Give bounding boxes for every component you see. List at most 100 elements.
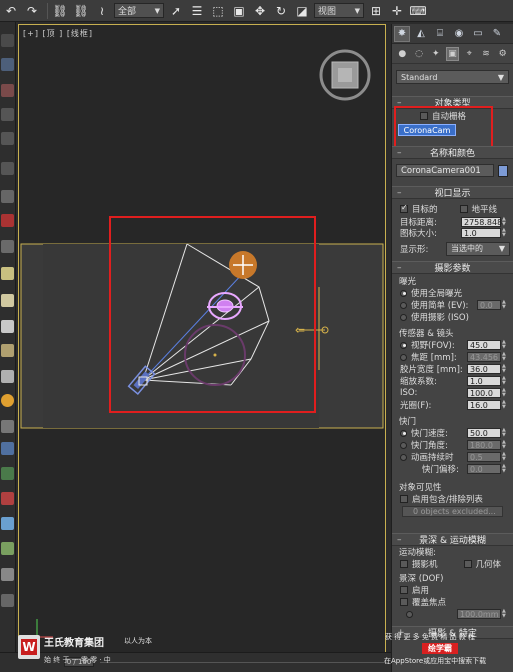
camera-tool-icon[interactable] [1,370,14,383]
ev-value[interactable]: 0.0 [477,300,501,310]
focal-value[interactable]: 43.456 [467,352,501,362]
rotate-icon[interactable]: ↻ [272,2,290,20]
reference-coordinate-dropdown[interactable]: 视图 ▼ [314,3,364,18]
iso-value[interactable]: 100.0 [467,388,501,398]
motion-duration-value[interactable]: 0.5 [467,452,501,462]
spacewarps-icon[interactable]: ≋ [480,47,493,61]
sphere-tool-icon[interactable] [1,190,14,203]
object-color-swatch[interactable] [498,164,508,177]
sun-icon[interactable] [1,394,14,407]
zoom-value[interactable]: 1.0 [467,376,501,386]
lights-icon[interactable]: ✦ [429,47,442,61]
particle-icon[interactable] [1,492,14,505]
selection-filter-dropdown[interactable]: 全部 ▼ [114,3,164,18]
fov-row[interactable]: 视野(FOV): 45.0 ▲ ▼ [392,339,513,351]
helper-icon[interactable] [1,420,14,433]
red-tool-icon[interactable] [1,214,14,227]
rect-selection-icon[interactable]: ⬚ [209,2,227,20]
geometry-icon[interactable]: ● [396,47,409,61]
spinner-arrows-icon[interactable]: ▲ ▼ [502,376,507,386]
shutter-speed-row[interactable]: 快门速度: 50.0 ▲ ▼ [392,427,513,439]
cone-icon[interactable] [1,320,14,333]
target-distance-spinner[interactable]: 2758.848 ▲ ▼ [461,216,507,227]
focal-radio[interactable] [400,353,407,361]
shutter-speed-radio[interactable] [400,429,407,437]
select-object-icon[interactable]: ➚ [167,2,185,20]
modify-tab-icon[interactable]: ◭ [413,26,429,42]
fstop-value[interactable]: 16.0 [467,400,501,410]
spinner-arrows-icon[interactable]: ▲ ▼ [502,609,507,619]
display-shape-dropdown[interactable]: 当选中的 ▼ [446,241,510,256]
spinner-arrows-icon[interactable]: ▲ ▼ [502,300,507,310]
category-dropdown[interactable]: Standard ▼ [396,70,509,84]
focus-distance-value[interactable]: 100.0mm [457,609,501,619]
layer-tool-icon[interactable] [1,162,14,175]
plant-icon[interactable] [1,542,14,555]
spinner-arrows-icon[interactable]: ▲ ▼ [502,428,507,438]
shutter-angle-row[interactable]: 快门角度: 180.0 ▲ ▼ [392,439,513,451]
keyboard-shortcut-icon[interactable]: ⌨ [409,2,427,20]
motion-duration-row[interactable]: 动画持续时 0.5 ▲ ▼ [392,451,513,463]
exposure-ev-row[interactable]: 使用简单 (EV): 0.0 ▲ ▼ [392,299,513,311]
move-icon[interactable]: ✥ [251,2,269,20]
tree-icon[interactable] [1,517,14,530]
exposure-ev-radio[interactable] [400,301,407,309]
shutter-angle-spinner[interactable]: 180.0 ▲ ▼ [467,440,507,450]
grid-tool-icon[interactable] [1,108,14,121]
select-manipulate-icon[interactable]: ✛ [388,2,406,20]
zoom-spinner[interactable]: 1.0 ▲ ▼ [467,376,507,386]
teapot-icon[interactable] [1,344,14,357]
spinner-arrows-icon[interactable]: ▲ ▼ [502,452,507,462]
horizon-checkbox[interactable] [459,204,468,213]
exposure-iso-row[interactable]: 使用摄影 (ISO) [392,311,513,323]
system-icon[interactable] [1,467,14,480]
override-focus-row[interactable]: 覆盖焦点 [392,596,513,608]
misc-tool-icon[interactable] [1,594,14,607]
fov-spinner[interactable]: 45.0 ▲ ▼ [467,340,507,350]
geometry-blur-checkbox[interactable] [463,560,472,568]
create-tab-icon[interactable]: ✸ [394,25,410,42]
icon-size-spinner[interactable]: 1.0 ▲ ▼ [461,227,507,238]
fov-radio[interactable] [400,341,407,349]
spinner-arrows-icon[interactable]: ▲ ▼ [502,364,507,374]
unlink-icon[interactable]: ⛓ [72,2,90,20]
fov-value[interactable]: 45.0 [467,340,501,350]
cylinder-tool-icon[interactable] [1,240,14,253]
top-viewport[interactable]: [+] [顶 ] [线框] ⇐ [18,24,386,670]
targeted-checkbox[interactable] [400,203,408,213]
iso-spinner[interactable]: 100.0 ▲ ▼ [467,388,507,398]
warp-icon[interactable] [1,442,14,455]
spinner-arrows-icon[interactable]: ▲ ▼ [502,440,507,450]
spinner-arrows-icon[interactable]: ▲ ▼ [502,227,507,238]
spinner-arrows-icon[interactable]: ▲ ▼ [502,352,507,362]
spinner-arrows-icon[interactable]: ▲ ▼ [502,216,507,227]
shutter-angle-radio[interactable] [400,441,407,449]
lamp-icon[interactable] [1,294,14,307]
pivot-center-icon[interactable]: ⊞ [367,2,385,20]
link-icon[interactable]: ⛓ [51,2,69,20]
light-tool-icon[interactable] [1,84,14,97]
exposure-global-radio[interactable] [400,289,407,297]
icon-size-value[interactable]: 1.0 [461,227,501,238]
spinner-arrows-icon[interactable]: ▲ ▼ [502,388,507,398]
film-width-spinner[interactable]: 36.0 ▲ ▼ [467,364,507,374]
undo-icon[interactable]: ↶ [2,2,20,20]
exposure-global-row[interactable]: 使用全局曝光 [392,287,513,299]
redo-icon[interactable]: ↷ [23,2,41,20]
ev-spinner[interactable]: 0.0 ▲ ▼ [477,300,507,310]
utilities-tab-icon[interactable]: ✎ [489,26,505,42]
include-list-row[interactable]: 启用包含/排除列表 [392,493,513,505]
shutter-speed-value[interactable]: 50.0 [467,428,501,438]
hierarchy-tab-icon[interactable]: ⌸ [432,26,448,42]
viewport-display-rollout[interactable]: – 视口显示 [392,186,513,199]
spinner-arrows-icon[interactable]: ▲ ▼ [502,464,507,474]
cameras-icon[interactable]: ▣ [446,46,459,61]
shutter-angle-value[interactable]: 180.0 [467,440,501,450]
camera-params-rollout[interactable]: – 摄影参数 [392,261,513,274]
misc-tool-icon[interactable] [1,568,14,581]
spinner-arrows-icon[interactable]: ▲ ▼ [502,400,507,410]
shutter-speed-spinner[interactable]: 50.0 ▲ ▼ [467,428,507,438]
scale-icon[interactable]: ◪ [293,2,311,20]
focus-distance-spinner[interactable]: 100.0mm ▲ ▼ [457,609,507,619]
focal-spinner[interactable]: 43.456 ▲ ▼ [467,352,507,362]
